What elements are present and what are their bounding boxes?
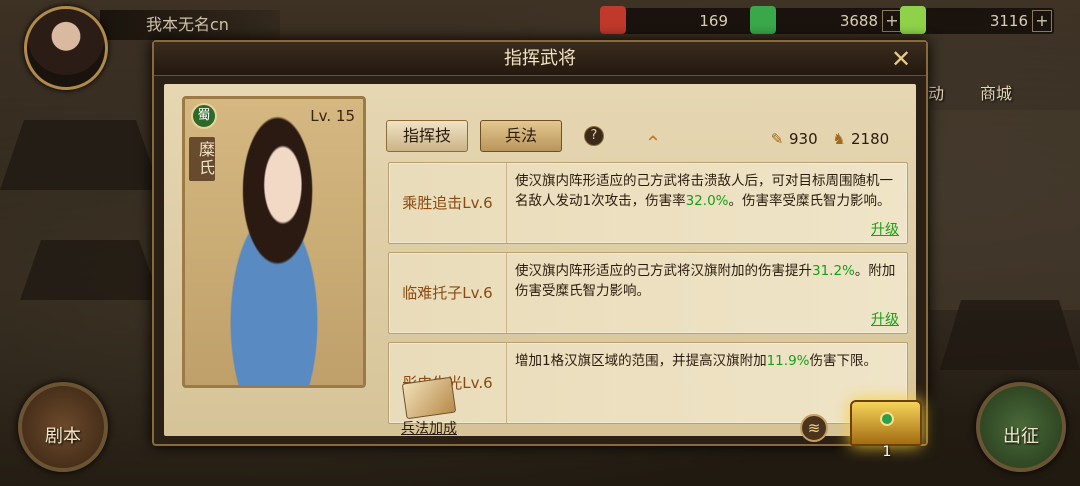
tactics-bonus-button[interactable]: 兵法加成	[398, 376, 460, 438]
close-button[interactable]: ✕	[888, 46, 914, 72]
chest-count: 1	[882, 444, 892, 460]
skill-row: 乘胜追击Lv.6 使汉旗内阵形适应的己方武将击溃敌人后，可对目标周围随机一名敌人…	[388, 162, 908, 244]
add-jade-button[interactable]: +	[882, 10, 902, 32]
side-menu-shop[interactable]: 商城	[980, 80, 1012, 104]
skill-value-highlight: 32.0%	[685, 193, 729, 209]
skill-name: 临难托子Lv.6	[389, 253, 507, 333]
chevron-up-icon: ⌃	[644, 131, 662, 155]
skill-value-highlight: 31.2%	[812, 263, 855, 279]
help-icon[interactable]: ?	[584, 126, 604, 146]
stat-value: 930	[789, 130, 818, 148]
upgrade-link[interactable]: 升级	[871, 309, 899, 329]
script-button[interactable]: 剧本	[18, 382, 108, 472]
general-level: Lv. 15	[310, 107, 355, 125]
side-menu-activity[interactable]: 动	[928, 80, 944, 104]
resource-counter-1: 169	[600, 6, 754, 34]
skill-desc-text: 。伤害率受糜氏智力影响。	[728, 193, 891, 209]
layers-icon[interactable]: ≋	[800, 414, 828, 442]
resource-value: 3688	[839, 12, 878, 30]
war-horn-icon: ♞	[832, 130, 846, 148]
resource-counter-2: 3688 +	[750, 6, 904, 34]
skill-desc-text: 使汉旗内阵形适应的己方武将汉旗附加的伤害提升	[515, 263, 812, 279]
player-name: 我本无名cn	[100, 10, 280, 40]
dialog-title: 指挥武将	[504, 48, 576, 69]
player-avatar[interactable]	[24, 6, 108, 90]
resource-value: 3116	[989, 12, 1028, 30]
skill-desc-text: 伤害下限。	[809, 353, 877, 369]
tab-tactics[interactable]: 兵法	[480, 120, 562, 152]
general-name: 糜氏	[189, 137, 215, 181]
token-icon	[600, 6, 626, 34]
stat-value: 2180	[851, 130, 890, 148]
skill-description: 增加1格汉旗区域的范围，并提高汉旗附加11.9%伤害下限。	[515, 351, 897, 371]
tab-command-skill[interactable]: 指挥技	[386, 120, 468, 152]
ticket-icon	[900, 6, 926, 34]
skill-name: 乘胜追击Lv.6	[389, 163, 507, 243]
march-button[interactable]: 出征	[976, 382, 1066, 472]
script-button-label: 剧本	[45, 426, 81, 447]
tactic-scroll-stat: ✎ 930	[768, 128, 818, 150]
skill-description: 使汉旗内阵形适应的己方武将击溃敌人后，可对目标周围随机一名敌人发动1次攻击，伤害…	[515, 171, 897, 211]
command-general-dialog: 指挥武将 ✕ 蜀 Lv. 15 糜氏 指挥技 兵法 ? ⌃ ✎ 930 ♞ 2180…	[152, 40, 928, 460]
skill-description: 使汉旗内阵形适应的己方武将汉旗附加的伤害提升31.2%。附加伤害受糜氏智力影响。	[515, 261, 897, 301]
gem-icon	[880, 412, 894, 426]
upgrade-link[interactable]: 升级	[871, 219, 899, 239]
faction-badge: 蜀	[191, 103, 217, 129]
jade-icon	[750, 6, 776, 34]
tactics-bonus-label: 兵法加成	[401, 421, 457, 437]
skill-row: 彤史生光Lv.6 增加1格汉旗区域的范围，并提高汉旗附加11.9%伤害下限。 升…	[388, 342, 908, 424]
war-horn-stat: ♞ 2180	[830, 128, 889, 150]
skill-row: 临难托子Lv.6 使汉旗内阵形适应的己方武将汉旗附加的伤害提升31.2%。附加伤…	[388, 252, 908, 334]
resource-counter-3: 3116 +	[900, 6, 1054, 34]
scroll-icon: ✎	[770, 130, 784, 148]
general-card: 蜀 Lv. 15 糜氏	[182, 96, 366, 388]
scroll-bundle-icon	[401, 376, 457, 420]
skill-desc-text: 增加1格汉旗区域的范围，并提高汉旗附加	[515, 353, 767, 369]
resource-value: 169	[699, 12, 728, 30]
treasure-chest-button[interactable]: 1	[844, 378, 930, 460]
march-button-label: 出征	[1003, 426, 1039, 447]
skill-value-highlight: 11.9%	[766, 353, 810, 369]
dialog-body: 蜀 Lv. 15 糜氏 指挥技 兵法 ? ⌃ ✎ 930 ♞ 2180 乘胜追击Lv…	[164, 84, 916, 436]
add-ticket-button[interactable]: +	[1032, 10, 1052, 32]
